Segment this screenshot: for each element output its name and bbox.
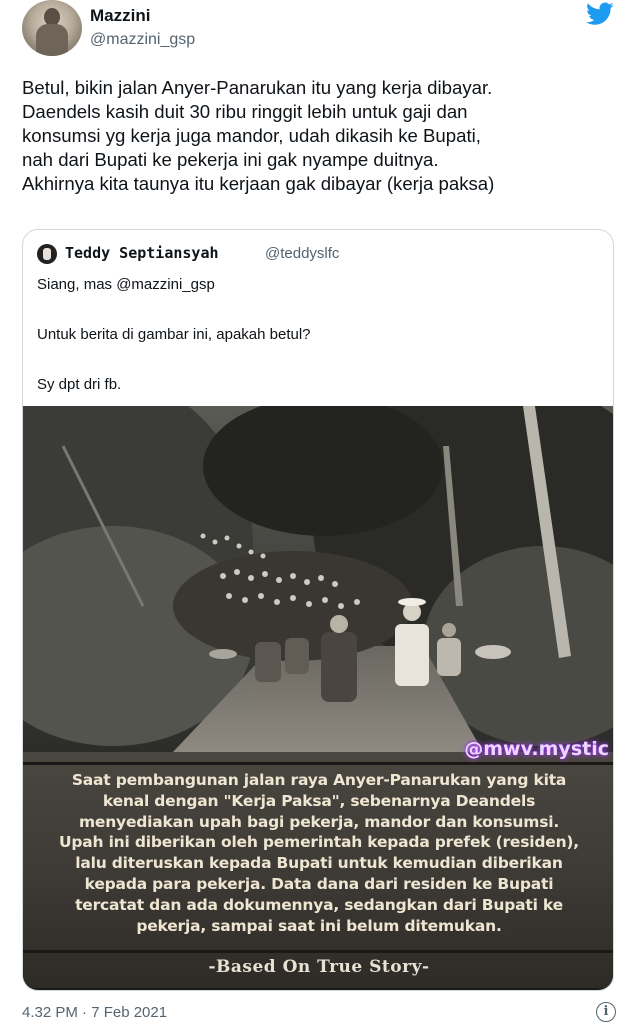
quoted-author-avatar — [37, 244, 57, 264]
info-icon[interactable]: i — [596, 1002, 616, 1022]
tweet-line: konsumsi yg kerja juga mandor, udah dika… — [22, 125, 481, 146]
image-caption: Saat pembangunan jalan raya Anyer-Panaru… — [41, 770, 597, 936]
quoted-author-handle: @teddyslfc — [265, 245, 340, 262]
caption-line: tercatat dan ada dokumennya, sedangkan d… — [75, 895, 563, 914]
caption-line: Upah ini diberikan oleh pemerintah kepad… — [59, 833, 579, 852]
image-footer-text: -Based On True Story- — [208, 957, 430, 977]
quoted-text-line: Sy dpt dri fb. — [37, 376, 122, 393]
caption-line: Saat pembangunan jalan raya Anyer-Panaru… — [71, 771, 567, 789]
quoted-image[interactable]: Saat pembangunan jalan raya Anyer-Panaru… — [23, 406, 613, 990]
caption-line: kepada para pekerja. Data dana dari resi… — [84, 874, 554, 893]
author-avatar[interactable] — [22, 0, 82, 56]
caption-line: lalu diteruskan kepada Bupati untuk kemu… — [75, 854, 563, 873]
quoted-author-display-name: Teddy Septiansyah — [65, 244, 219, 262]
author-handle[interactable]: @mazzini_gsp — [90, 31, 195, 49]
historical-photo — [23, 406, 613, 752]
quoted-text-line: Untuk berita di gambar ini, apakah betul… — [37, 326, 311, 343]
image-watermark: @mwv.mystic — [464, 738, 609, 760]
caption-line: kenal dengan "Kerja Paksa", sebenarnya D… — [102, 791, 536, 810]
image-caption-panel: Saat pembangunan jalan raya Anyer-Panaru… — [23, 752, 613, 988]
quoted-text-line: Siang, mas @mazzini_gsp — [37, 276, 215, 293]
tweet-timestamp[interactable]: 4.32 PM · 7 Feb 2021 — [22, 1004, 167, 1021]
twitter-bird-icon[interactable] — [586, 2, 614, 26]
tweet-line: Betul, bikin jalan Anyer-Panarukan itu y… — [22, 77, 493, 98]
tweet: Mazzini @mazzini_gsp Betul, bikin jalan … — [0, 0, 640, 1032]
tweet-line: nah dari Bupati ke pekerja ini gak nyamp… — [22, 149, 439, 170]
caption-line: pekerja, sampai saat ini belum ditemukan… — [136, 916, 502, 935]
tweet-line: Akhirnya kita taunya itu kerjaan gak dib… — [22, 173, 495, 194]
quoted-tweet[interactable]: Teddy Septiansyah @teddyslfc Siang, mas … — [22, 229, 614, 991]
tweet-line: Daendels kasih duit 30 ribu ringgit lebi… — [22, 101, 468, 122]
caption-line: menyediakan upah bagi pekerja, mandor da… — [78, 812, 560, 831]
tweet-text: Betul, bikin jalan Anyer-Panarukan itu y… — [22, 76, 622, 196]
author-display-name[interactable]: Mazzini — [90, 6, 150, 26]
